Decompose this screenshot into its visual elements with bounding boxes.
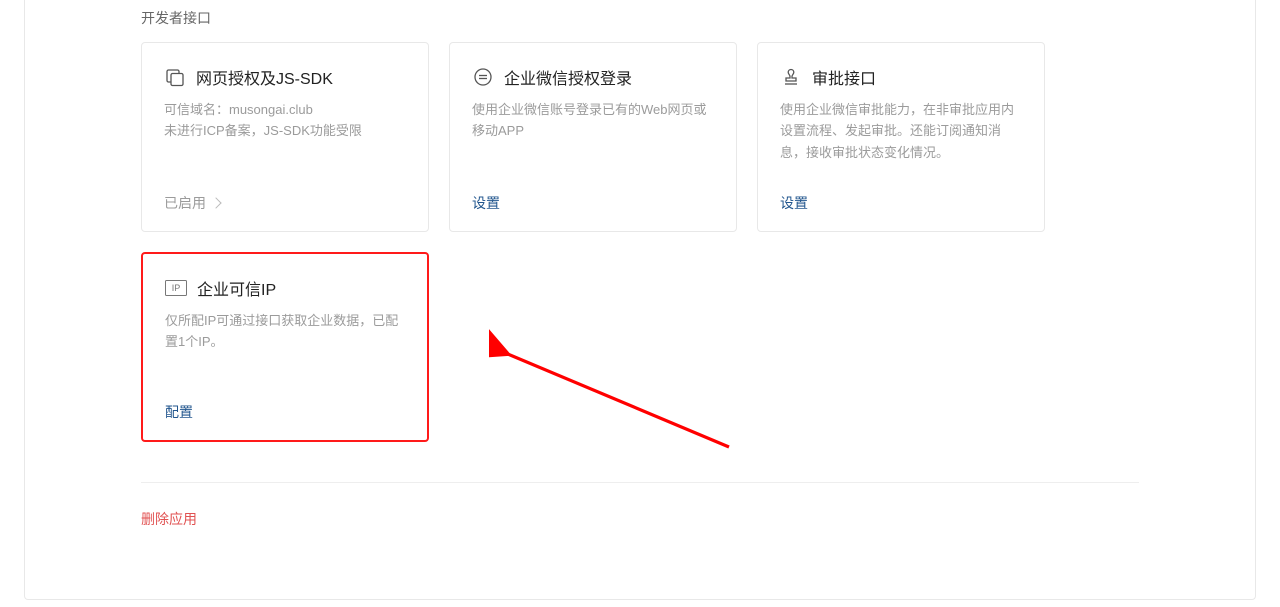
- developer-api-panel: 开发者接口 网页授权及JS-SDK 可信域名：musongai.club 未进行…: [24, 0, 1256, 600]
- card-desc: 使用企业微信账号登录已有的Web网页或移动APP: [472, 99, 714, 181]
- stamp-icon: [780, 66, 802, 88]
- card-action-label: 设置: [472, 193, 500, 213]
- card-desc: 仅所配IP可通过接口获取企业数据，已配置1个IP。: [165, 310, 405, 390]
- card-action-label: 已启用: [164, 193, 206, 213]
- ip-icon: IP: [165, 277, 187, 299]
- card-grid: 网页授权及JS-SDK 可信域名：musongai.club 未进行ICP备案，…: [141, 42, 1139, 442]
- card-title: 审批接口: [812, 65, 876, 89]
- card-header: 审批接口: [780, 65, 1022, 89]
- card-action-configure[interactable]: 配置: [165, 402, 405, 422]
- card-action-settings[interactable]: 设置: [780, 193, 1022, 213]
- section-title: 开发者接口: [141, 8, 1139, 28]
- card-action-settings[interactable]: 设置: [472, 193, 714, 213]
- card-web-auth-jssdk: 网页授权及JS-SDK 可信域名：musongai.club 未进行ICP备案，…: [141, 42, 429, 232]
- card-action-enabled[interactable]: 已启用: [164, 193, 406, 213]
- card-header: 企业微信授权登录: [472, 65, 714, 89]
- card-action-label: 设置: [780, 193, 808, 213]
- svg-text:IP: IP: [172, 283, 181, 293]
- card-wechat-login: 企业微信授权登录 使用企业微信账号登录已有的Web网页或移动APP 设置: [449, 42, 737, 232]
- card-header: IP 企业可信IP: [165, 276, 405, 300]
- delete-app-link[interactable]: 删除应用: [141, 509, 1139, 529]
- divider: [141, 482, 1139, 483]
- card-title: 企业微信授权登录: [504, 65, 632, 89]
- circle-equals-icon: [472, 66, 494, 88]
- card-title: 企业可信IP: [197, 276, 276, 300]
- card-header: 网页授权及JS-SDK: [164, 65, 406, 89]
- card-desc: 可信域名：musongai.club 未进行ICP备案，JS-SDK功能受限: [164, 99, 406, 181]
- card-approval-api: 审批接口 使用企业微信审批能力，在非审批应用内设置流程、发起审批。还能订阅通知消…: [757, 42, 1045, 232]
- chevron-right-icon: [210, 197, 221, 208]
- card-title: 网页授权及JS-SDK: [196, 65, 333, 89]
- card-desc: 使用企业微信审批能力，在非审批应用内设置流程、发起审批。还能订阅通知消息，接收审…: [780, 99, 1022, 181]
- web-icon: [164, 66, 186, 88]
- card-trusted-ip: IP 企业可信IP 仅所配IP可通过接口获取企业数据，已配置1个IP。 配置: [141, 252, 429, 442]
- card-action-label: 配置: [165, 402, 193, 422]
